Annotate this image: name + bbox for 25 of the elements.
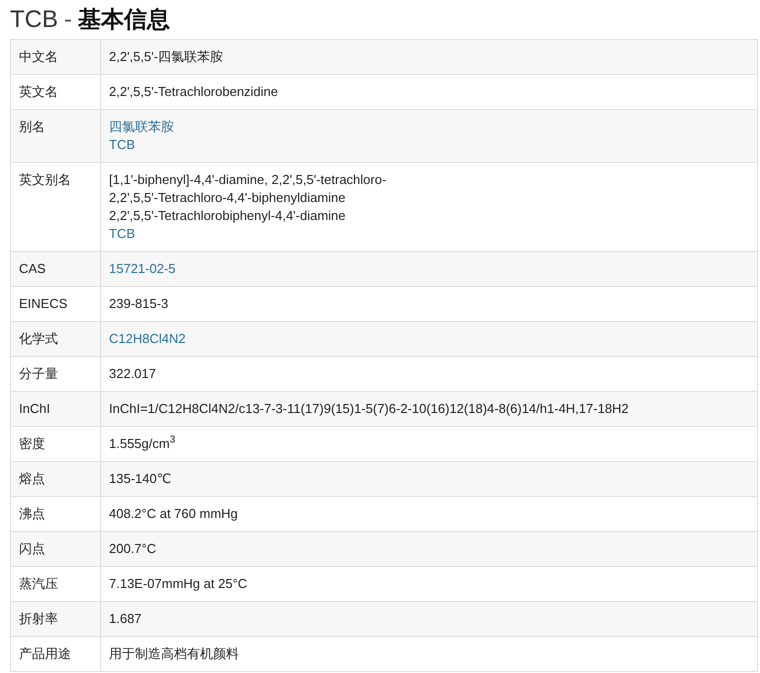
value-text: 2,2',5,5'-四氯联苯胺	[109, 48, 224, 66]
value-text: 239-815-3	[109, 295, 168, 313]
value-link[interactable]: TCB	[109, 136, 135, 154]
page-title: TCB	[10, 6, 58, 34]
value-link[interactable]: C12H8Cl4N2	[109, 330, 186, 348]
value-text: 2,2',5,5'-Tetrachlorobenzidine	[109, 83, 278, 101]
value-text: 1.687	[109, 610, 142, 628]
value-text: 1.555g/cm$^{3}$	[109, 435, 176, 453]
value-link[interactable]: 四氯联苯胺	[109, 118, 174, 136]
title-separator: -	[64, 6, 72, 34]
value-text: InChI=1/C12H8Cl4N2/c13-7-3-11(17)9(15)1-5(7)6-2-10(16)12(18)4-8(6)14/h1-4H,17-18H2	[109, 400, 629, 418]
value-link[interactable]: 15721-02-5	[109, 260, 176, 278]
value-text: 2,2',5,5'-Tetrachlorobiphenyl-4,4'-diamine	[109, 207, 346, 225]
value-text: 322.017	[109, 365, 156, 383]
row-label: 产品用途	[10, 636, 100, 672]
value-text: 2,2',5,5'-Tetrachloro-4,4'-biphenyldiamine	[109, 189, 346, 207]
section-title: 基本信息	[78, 6, 170, 35]
value-text: 用于制造高档有机颜料	[109, 645, 239, 663]
value-link[interactable]: TCB	[109, 225, 135, 243]
value-text: 7.13E-07mmHg at 25°C	[109, 575, 248, 593]
value-text: 408.2°C at 760 mmHg	[109, 505, 238, 523]
row-label: 中文名	[10, 40, 100, 74]
value-text: 135-140℃	[109, 470, 172, 488]
value-text: [1,1'-biphenyl]-4,4'-diamine, 2,2',5,5'-tetrachloro-	[109, 171, 386, 189]
value-text: 200.7°C	[109, 540, 156, 558]
